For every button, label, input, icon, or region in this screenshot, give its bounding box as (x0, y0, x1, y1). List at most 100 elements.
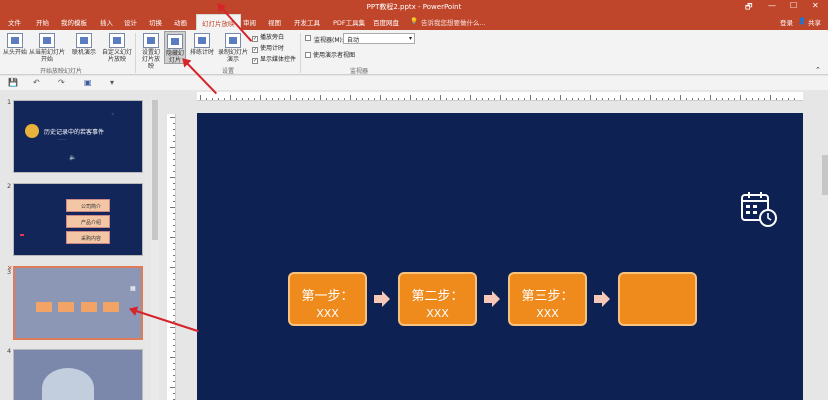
slideshow-icon[interactable]: ▣ (84, 78, 92, 87)
undo-icon[interactable]: ↶ (33, 78, 40, 87)
ruler-tick (626, 98, 627, 100)
use-timings-checkbox[interactable]: ✓ 使用计时 (252, 43, 284, 53)
ruler-tick (173, 165, 175, 166)
record-show-button[interactable]: 录制幻灯片演示 (218, 33, 248, 63)
tell-me-box[interactable]: 告诉我您想要做什么... (421, 17, 486, 27)
ruler-tick (314, 98, 315, 100)
ruler-tick (173, 363, 175, 364)
tab-file[interactable]: 文件 (8, 17, 21, 27)
ruler-tick (698, 98, 699, 100)
tab-my-templates[interactable]: 我的模板 (61, 17, 87, 27)
online-present-button[interactable]: 联机演示 (68, 33, 100, 56)
tab-pdf-tools[interactable]: PDF工具集 (333, 17, 365, 27)
ruler-tick (206, 98, 207, 100)
ruler-tick (710, 95, 711, 100)
custom-show-button[interactable]: 自定义幻灯片放映 (102, 33, 132, 63)
ruler-tick (746, 98, 747, 100)
thumbnail-scrollbar[interactable] (151, 100, 159, 400)
slide-number: 3 (7, 268, 12, 276)
ruler-tick (173, 285, 175, 286)
share-button[interactable]: 共享 (808, 17, 821, 27)
ruler-tick (608, 98, 609, 100)
scrollbar-thumb[interactable] (152, 100, 158, 240)
ruler-tick (512, 98, 513, 100)
ruler-tick (266, 98, 267, 100)
minimize-icon[interactable]: — (768, 1, 776, 10)
collapse-ribbon-icon[interactable]: ⌃ (815, 66, 821, 74)
step-title: 第三步： (521, 289, 574, 304)
setup-show-button[interactable]: 设置幻灯片放映 (140, 33, 162, 70)
ruler-tick (212, 98, 213, 100)
tab-review[interactable]: 审阅 (243, 17, 256, 27)
step-box-3[interactable]: 第三步： XXX (508, 272, 587, 326)
custom-show-icon (109, 33, 125, 48)
tab-baidu-netdisk[interactable]: 百度网盘 (373, 17, 399, 27)
save-icon[interactable]: 💾 (8, 78, 18, 87)
from-current-button[interactable]: 从当前幻灯片开始 (29, 33, 65, 63)
tab-developer[interactable]: 开发工具 (294, 17, 320, 27)
slide-thumbnail-1[interactable]: 历史记录中的若客事件 …… 🔈 ◦ (13, 100, 143, 173)
ruler-tick (566, 98, 567, 100)
ruler-tick (173, 351, 175, 352)
ruler-tick (668, 98, 669, 100)
ruler-tick (236, 98, 237, 100)
slideshow-current-icon (39, 33, 55, 48)
ruler-tick (173, 123, 175, 124)
step-title: 第二步： (411, 289, 464, 304)
monitor-label: 监视器(M): (314, 37, 344, 44)
ruler-tick (320, 95, 321, 100)
ruler-tick (170, 207, 175, 208)
ruler-tick (740, 95, 741, 100)
ribbon-separator (300, 33, 301, 73)
tab-view[interactable]: 视图 (268, 17, 281, 27)
ruler-tick (350, 95, 351, 100)
step-box-4[interactable] (618, 272, 697, 326)
tab-insert[interactable]: 插入 (100, 17, 113, 27)
slide-thumbnail-3[interactable]: ▦ (13, 266, 143, 340)
show-media-controls-checkbox[interactable]: ✓ 显示媒体控件 (252, 54, 296, 64)
ruler-tick (296, 98, 297, 100)
ribbon-separator (135, 33, 136, 73)
customize-qat-icon[interactable]: ▾ (110, 78, 114, 87)
ruler-tick (398, 98, 399, 100)
slide-thumbnail-pane: 1 历史记录中的若客事件 …… 🔈 ◦ 2 公司简介 产品介绍 采购内容 ✕ 3… (0, 90, 165, 400)
tab-design[interactable]: 设计 (124, 17, 137, 27)
step-box-1[interactable]: 第一步： XXX (288, 272, 367, 326)
slide-thumbnail-4[interactable] (13, 349, 143, 400)
tab-animations[interactable]: 动画 (174, 17, 187, 27)
close-icon[interactable]: ✕ (812, 1, 819, 10)
monitor-select[interactable]: 自动 ▾ (343, 33, 415, 44)
ruler-tick (560, 95, 561, 100)
arrow-right-icon (484, 291, 500, 307)
redo-icon[interactable]: ↷ (58, 78, 65, 87)
ruler-tick (242, 98, 243, 100)
ruler-tick (170, 237, 175, 238)
ruler-tick (173, 201, 175, 202)
share-icon[interactable]: 👤 (798, 17, 806, 25)
tab-transitions[interactable]: 切换 (149, 17, 162, 27)
calendar-clock-icon (741, 192, 777, 227)
ruler-tick (200, 95, 201, 100)
editor-scrollbar[interactable] (822, 155, 828, 195)
thumb-item: 采购内容 (66, 231, 110, 244)
tab-home[interactable]: 开始 (36, 17, 49, 27)
main-slide[interactable] (197, 113, 803, 400)
ruler-tick (173, 189, 175, 190)
maximize-icon[interactable]: ☐ (790, 1, 797, 10)
ruler-tick (278, 98, 279, 100)
ruler-tick (464, 98, 465, 100)
tell-me-icon[interactable]: 💡 (410, 17, 418, 25)
ruler-tick (644, 98, 645, 100)
step-text: XXX (536, 307, 559, 320)
play-narration-checkbox[interactable]: ✓ 播放旁白 (252, 32, 284, 42)
from-start-button[interactable]: 从头开始 (2, 33, 28, 56)
presenter-view-checkbox[interactable]: 使用演示者视图 (305, 50, 355, 59)
rehearse-timings-button[interactable]: 排练计时 (190, 33, 214, 56)
step-box-2[interactable]: 第二步： XXX (398, 272, 477, 326)
ruler-tick (173, 141, 175, 142)
login-link[interactable]: 登录 (780, 17, 793, 27)
slide-thumbnail-2[interactable]: 公司简介 产品介绍 采购内容 (13, 183, 143, 256)
restore-icon[interactable]: 🗗 (745, 1, 753, 15)
ruler-tick (410, 95, 411, 100)
window-title: PPT教程2.pptx - PowerPoint (366, 3, 462, 11)
